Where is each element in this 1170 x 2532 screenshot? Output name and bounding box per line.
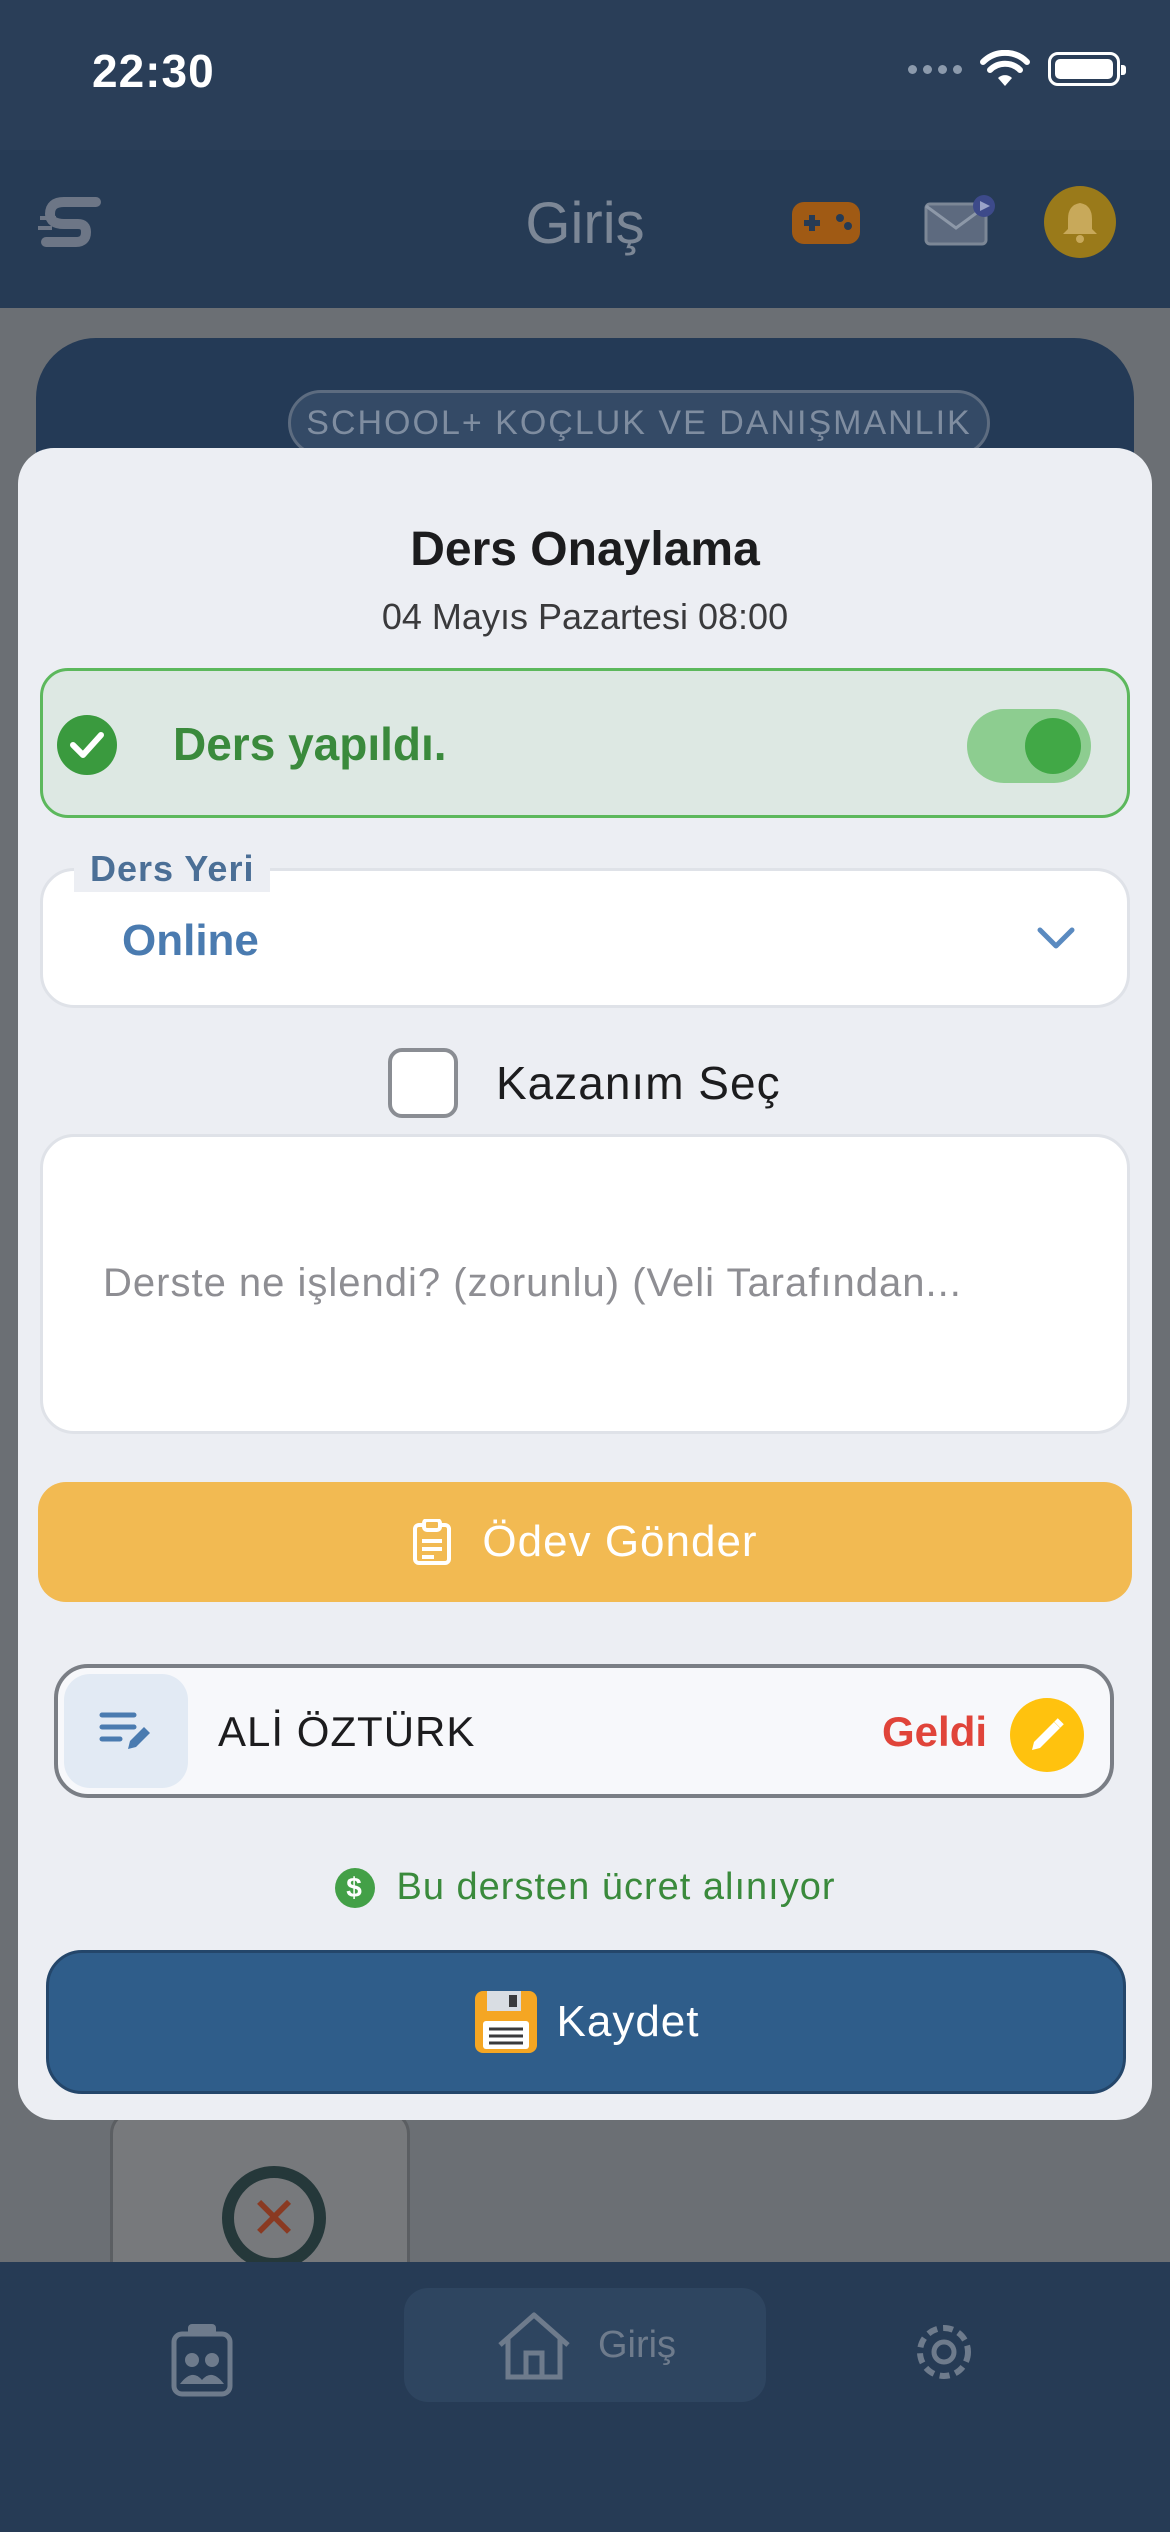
floppy-disk-icon xyxy=(474,1991,537,2053)
nav-home-tab[interactable]: Giriş xyxy=(404,2288,766,2402)
mail-icon[interactable] xyxy=(922,194,996,250)
fee-info: $ Bu dersten ücret alınıyor xyxy=(18,1866,1152,1909)
lesson-done-label: Ders yapıldı. xyxy=(173,718,447,770)
nav-home-label: Giriş xyxy=(597,2323,677,2366)
games-icon[interactable] xyxy=(792,202,860,244)
battery-icon xyxy=(1048,52,1126,86)
toggle-knob xyxy=(1025,718,1081,774)
lesson-done-row[interactable]: Ders yapıldı. xyxy=(40,668,1130,818)
lesson-confirm-modal: Ders Onaylama 04 Mayıs Pazartesi 08:00 D… xyxy=(18,448,1152,2120)
edit-note-icon[interactable] xyxy=(64,1674,188,1788)
lesson-datetime: 04 Mayıs Pazartesi 08:00 xyxy=(381,596,789,637)
cellular-signal-icon xyxy=(908,64,962,74)
status-bar: 22:30 xyxy=(0,0,1170,150)
student-attendance-status: Geldi xyxy=(882,1708,988,1755)
bottom-navigation: Giriş xyxy=(0,2262,1170,2532)
modal-title: Ders Onaylama xyxy=(410,523,760,576)
settings-gear-icon[interactable] xyxy=(906,2314,982,2390)
kazanim-checkbox[interactable] xyxy=(388,1048,458,1118)
lesson-place-label: Ders Yeri xyxy=(74,844,271,892)
send-homework-button[interactable]: Ödev Gönder xyxy=(38,1482,1132,1602)
students-icon[interactable] xyxy=(168,2322,236,2398)
check-circle-icon xyxy=(57,715,117,775)
background-cancel-icon: ✕ xyxy=(222,2166,326,2270)
lesson-notes-placeholder: Derste ne işlendi? (zorunlu) (Veli Taraf… xyxy=(103,1261,962,1305)
home-icon xyxy=(498,2312,570,2380)
pencil-icon xyxy=(1032,1718,1064,1750)
wifi-icon xyxy=(980,50,1030,86)
background-card-pill: SCHOOL+ KOÇLUK VE DANIŞMANLIK xyxy=(288,390,990,456)
lesson-place-value: Online xyxy=(122,916,259,965)
fee-text: Bu dersten ücret alınıyor xyxy=(396,1866,836,1908)
status-time: 22:30 xyxy=(92,45,215,97)
status-indicators xyxy=(908,50,1126,88)
kazanim-select-row[interactable]: Kazanım Seç xyxy=(388,1048,781,1118)
student-name: ALİ ÖZTÜRK xyxy=(218,1708,476,1755)
student-attendance-row: ALİ ÖZTÜRK Geldi xyxy=(54,1664,1114,1798)
notifications-bell-icon[interactable] xyxy=(1044,186,1116,258)
app-bar: Giriş xyxy=(0,150,1170,308)
save-label: Kaydet xyxy=(556,1997,700,2046)
kazanim-label: Kazanım Seç xyxy=(496,1057,781,1109)
send-homework-label: Ödev Gönder xyxy=(482,1517,758,1566)
dollar-icon: $ xyxy=(334,1867,375,1908)
lesson-notes-textarea[interactable]: Derste ne işlendi? (zorunlu) (Veli Taraf… xyxy=(40,1134,1130,1434)
chevron-down-icon[interactable] xyxy=(1036,926,1076,952)
clipboard-icon xyxy=(413,1519,452,1565)
edit-attendance-button[interactable] xyxy=(1010,1698,1084,1772)
save-button[interactable]: Kaydet xyxy=(46,1950,1126,2094)
lesson-done-toggle[interactable] xyxy=(967,709,1091,783)
